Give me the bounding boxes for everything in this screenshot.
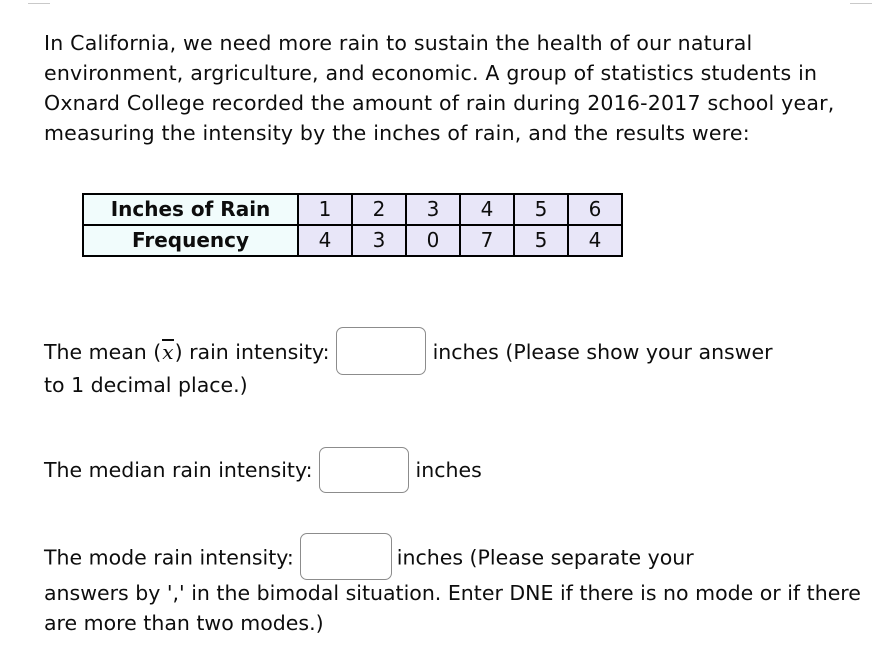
cell-frequency-6: 4: [567, 224, 623, 257]
median-answer-input[interactable]: [318, 447, 409, 493]
mode-unit-note: inches (Please separate your: [396, 545, 694, 570]
median-unit: inches: [415, 458, 482, 482]
cell-frequency-4: 7: [459, 224, 515, 257]
mean-label-after: ) rain intensity:: [174, 340, 330, 364]
median-label: The median rain intensity:: [44, 458, 313, 482]
question-median: The median rain intensity: inches: [44, 447, 482, 494]
container-top-rule-right: [850, 3, 872, 4]
cell-frequency-3: 0: [405, 224, 461, 257]
cell-frequency-5: 5: [513, 224, 569, 257]
question-mode: The mode rain intensity: inches (Please s…: [44, 533, 694, 582]
mean-note-continued: to 1 decimal place.): [44, 373, 248, 397]
cell-inches-4: 4: [459, 193, 515, 226]
container-top-rule-left: [28, 3, 50, 4]
mode-note-continued: answers by ',' in the bimodal situation.…: [44, 581, 861, 635]
frequency-table: Inches of Rain 1 2 3 4 5 6 Frequency 4 3…: [82, 193, 623, 257]
mean-unit-note: inches (Please show your answer: [432, 340, 773, 364]
cell-inches-1: 1: [297, 193, 353, 226]
table-row-frequency: Frequency 4 3 0 7 5 4: [82, 224, 623, 257]
row-header-inches-of-rain: Inches of Rain: [82, 193, 299, 226]
cell-inches-5: 5: [513, 193, 569, 226]
cell-frequency-1: 4: [297, 224, 353, 257]
mean-answer-input[interactable]: [335, 327, 426, 375]
mode-answer-input[interactable]: [299, 533, 392, 580]
frequency-table-container: Inches of Rain 1 2 3 4 5 6 Frequency 4 3…: [82, 193, 623, 257]
x-bar-symbol: x: [162, 339, 174, 364]
cell-inches-3: 3: [405, 193, 461, 226]
table-row-inches: Inches of Rain 1 2 3 4 5 6: [82, 193, 623, 226]
cell-inches-6: 6: [567, 193, 623, 226]
cell-inches-2: 2: [351, 193, 407, 226]
row-header-frequency: Frequency: [82, 224, 299, 257]
mode-label: The mode rain intensity:: [44, 545, 294, 570]
mean-label-before: The mean (: [44, 340, 162, 364]
cell-frequency-2: 3: [351, 224, 407, 257]
problem-statement: In California, we need more rain to sust…: [44, 30, 835, 145]
